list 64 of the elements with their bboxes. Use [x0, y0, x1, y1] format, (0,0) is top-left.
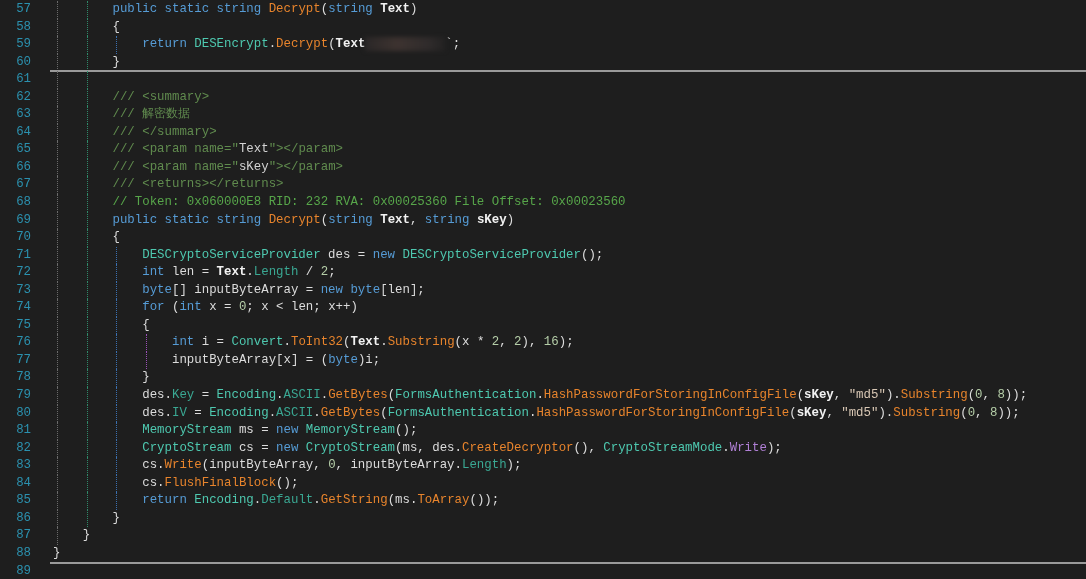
line-number: 73 — [15, 281, 31, 299]
code-line: MemoryStream ms = new MemoryStream(); — [142, 422, 418, 440]
line-number: 88 — [15, 544, 31, 562]
line-number: 83 — [15, 457, 31, 475]
code-line: cs.FlushFinalBlock(); — [142, 474, 299, 492]
line-number: 63 — [15, 106, 31, 124]
code-line: inputByteArray[x] = (byte)i; — [171, 351, 381, 369]
line-number: 61 — [15, 71, 31, 89]
code-line: DESCryptoServiceProvider des = new DESCryptoServiceProvider(); — [142, 246, 604, 264]
line-number: 80 — [15, 404, 31, 422]
code-line: // Token: 0x060000E8 RID: 232 RVA: 0x00025360 File Offset: 0x00023560 — [112, 194, 626, 211]
line-number: 71 — [15, 246, 31, 264]
code-line: byte[] inputByteArray = new byte[len]; — [142, 281, 425, 299]
code-line: return DESEncrypt.Decrypt(Text `; — [142, 36, 461, 54]
line-number: 85 — [15, 492, 31, 510]
code-line: public static string Decrypt(string Text, string sKey) — [112, 211, 515, 229]
line-number: 62 — [15, 88, 31, 106]
code-line: /// <returns></returns> — [112, 176, 284, 194]
line-number: 86 — [15, 509, 31, 527]
line-number: 64 — [15, 123, 31, 141]
code-line: } — [53, 544, 61, 562]
code-line: return Encoding.Default.GetString(ms.ToArray()); — [142, 492, 500, 510]
code-line: /// 解密数据 — [112, 106, 191, 124]
code-line: { — [112, 229, 120, 247]
line-number: 72 — [15, 264, 31, 282]
line-number: 75 — [15, 316, 31, 334]
code-line: /// </summary> — [112, 123, 217, 141]
code-line: for (int x = 0; x < len; x++) — [142, 299, 358, 317]
code-line: cs.Write(inputByteArray, 0, inputByteArray.Length); — [142, 457, 522, 475]
code-line: public static string Decrypt(string Text) — [112, 1, 418, 18]
line-number: 70 — [15, 229, 31, 247]
line-number: 67 — [15, 176, 31, 194]
code-line: /// <param name="Text"></param> — [112, 141, 343, 159]
line-number: 66 — [15, 158, 31, 176]
line-number: 76 — [15, 334, 31, 352]
line-number: 87 — [15, 527, 31, 545]
line-number: 84 — [15, 474, 31, 492]
line-number: 79 — [15, 387, 31, 405]
line-number: 68 — [15, 194, 31, 211]
line-number: 65 — [15, 141, 31, 159]
code-line: /// <param name="sKey"></param> — [112, 158, 343, 176]
line-number: 77 — [15, 351, 31, 369]
code-line: /// <summary> — [112, 88, 210, 106]
code-line: CryptoStream cs = new CryptoStream(ms, des.CreateDecryptor(), CryptoStreamMode.Write); — [142, 439, 782, 457]
code-line: } — [142, 369, 150, 387]
line-number: 89 — [15, 562, 31, 579]
line-number: 82 — [15, 439, 31, 457]
line-number: 74 — [15, 299, 31, 317]
code-line: } — [112, 53, 120, 71]
line-number: 78 — [15, 369, 31, 387]
line-number: 60 — [15, 53, 31, 71]
line-number: 57 — [15, 1, 31, 18]
code-line: des.Key = Encoding.ASCII.GetBytes(FormsAuthentication.HashPasswordForStoringInConfigFile(sKey, "md5").Substring(0, 8)); — [142, 387, 1028, 405]
line-number: 81 — [15, 422, 31, 440]
code-line: { — [112, 18, 120, 36]
line-number: 69 — [15, 211, 31, 229]
code-line: int i = Convert.ToInt32(Text.Substring(x * 2, 2), 16); — [171, 334, 574, 352]
code-line: int len = Text.Length / 2; — [142, 264, 336, 282]
code-line: { — [142, 316, 150, 334]
code-line: des.IV = Encoding.ASCII.GetBytes(FormsAuthentication.HashPasswordForStoringInConfigFile(sKey, "md5").Substring(0, 8)); — [142, 404, 1020, 422]
code-line: } — [82, 527, 91, 545]
line-number: 58 — [15, 18, 31, 36]
code-line: } — [112, 509, 120, 527]
line-number: 59 — [15, 36, 31, 54]
